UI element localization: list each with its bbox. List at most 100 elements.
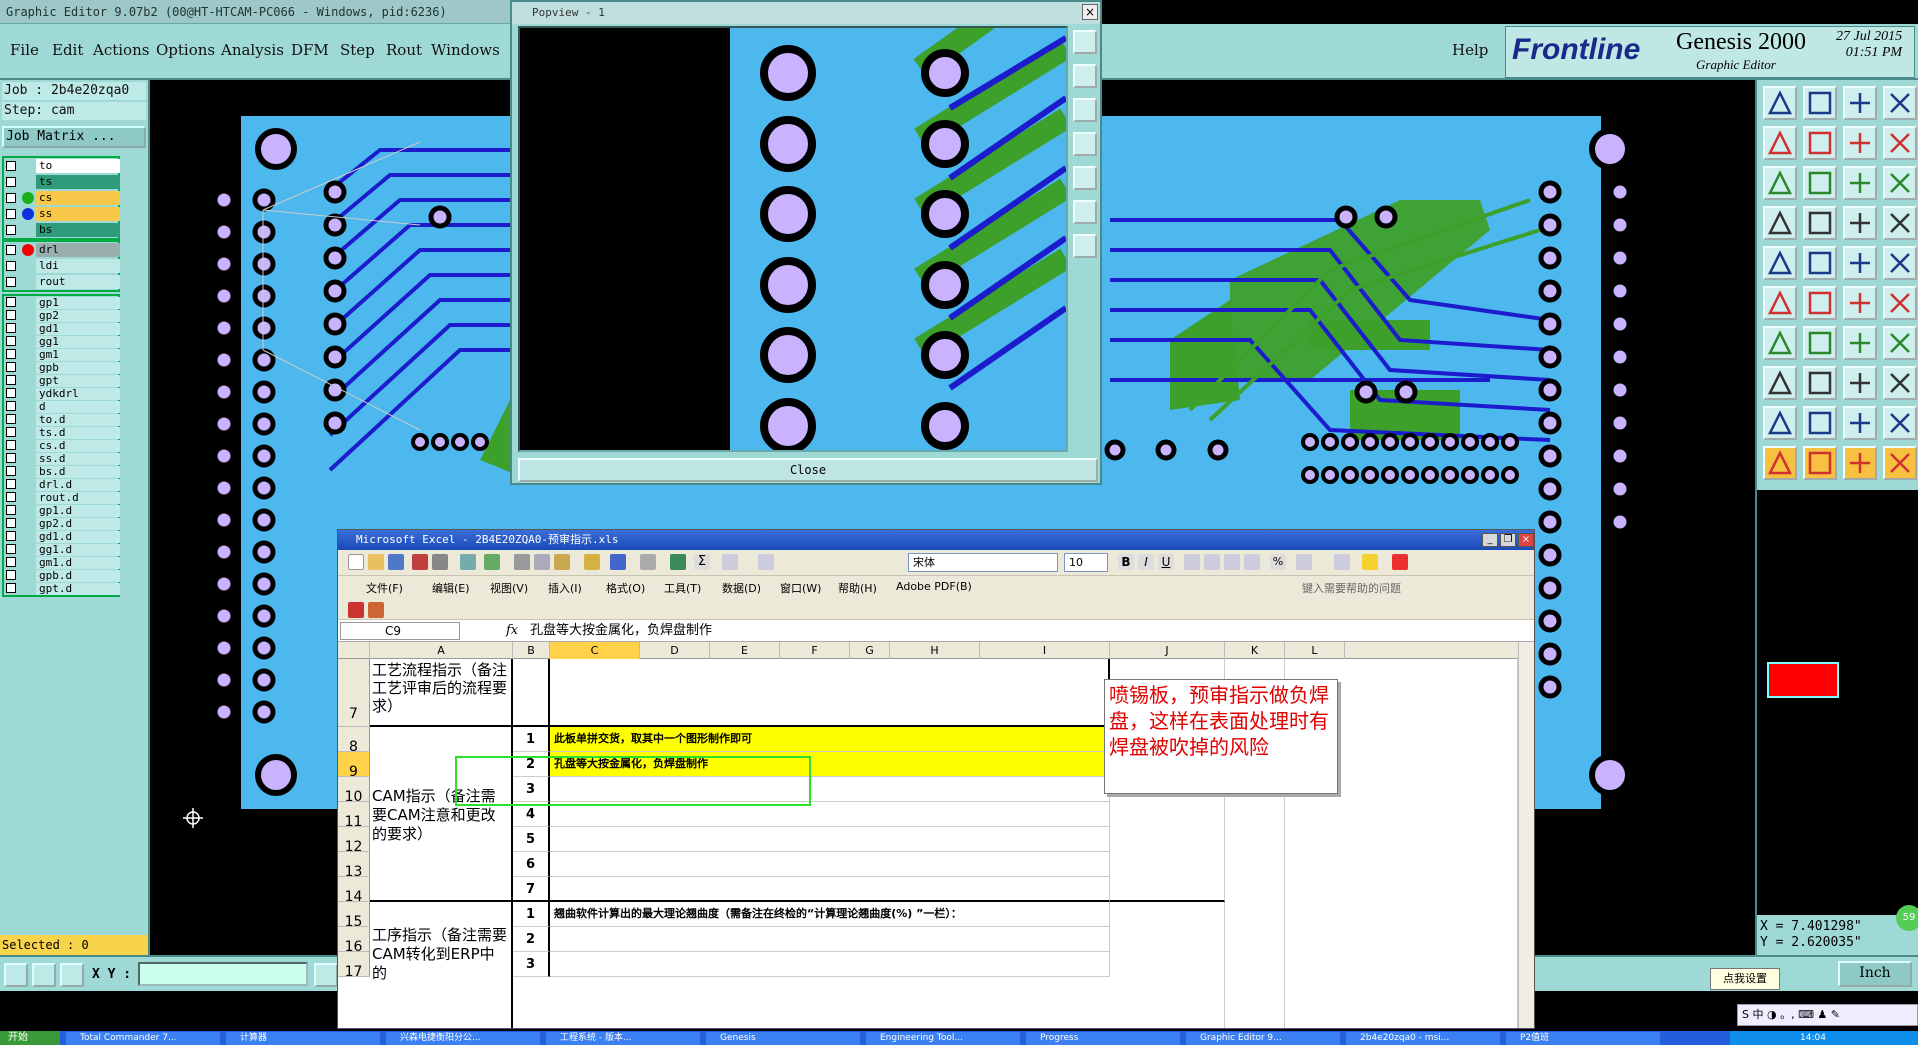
layer-name[interactable]: gpb <box>36 362 120 374</box>
taskbar-button[interactable]: P2值班 <box>1506 1032 1660 1045</box>
layer-name[interactable]: gp1.d <box>36 505 120 517</box>
menu-windows[interactable]: Windows <box>431 41 500 59</box>
layer-row[interactable]: to.d <box>4 413 120 426</box>
cell-c13[interactable] <box>550 852 1110 877</box>
spell-icon[interactable] <box>484 554 500 570</box>
layer-checkbox[interactable] <box>6 277 16 287</box>
layer-row[interactable]: gpt <box>4 374 120 387</box>
circle-icon[interactable] <box>1883 246 1917 280</box>
column-header[interactable]: A <box>370 642 513 659</box>
xl-menu-help[interactable]: 帮助(H) <box>838 580 877 596</box>
layer-name[interactable]: gd1 <box>36 323 120 335</box>
layer-checkbox[interactable] <box>6 466 16 476</box>
measure-icon[interactable] <box>4 963 28 987</box>
layer-name[interactable]: cs <box>36 191 120 205</box>
layer-name[interactable]: rout <box>36 275 120 289</box>
close-icon[interactable]: × <box>1518 533 1534 547</box>
taskbar-button[interactable]: Genesis <box>706 1032 860 1045</box>
align-right-icon[interactable] <box>1224 554 1240 570</box>
layer-row[interactable]: ldi <box>4 258 120 274</box>
tri-a-icon[interactable] <box>1763 406 1797 440</box>
step-up-icon[interactable] <box>1763 86 1797 120</box>
measure-icon[interactable] <box>1843 246 1877 280</box>
layer-name[interactable]: bs.d <box>36 466 120 478</box>
row-header[interactable]: 8 <box>338 727 370 755</box>
layer-name[interactable]: ss.d <box>36 453 120 465</box>
layer-row[interactable]: gp1 <box>4 296 120 309</box>
layer-row[interactable]: gpb <box>4 361 120 374</box>
connect-icon[interactable] <box>1763 286 1797 320</box>
layer-row[interactable]: cs.d <box>4 439 120 452</box>
zoom-fit-icon[interactable] <box>1073 30 1097 54</box>
cell-c12[interactable] <box>550 827 1110 852</box>
layer-name[interactable]: gg1.d <box>36 544 120 556</box>
cell-b[interactable]: 1 <box>513 727 550 752</box>
italic-icon[interactable]: I <box>1138 554 1154 570</box>
move-right-icon[interactable] <box>1803 126 1837 160</box>
fit-icon[interactable] <box>1803 166 1837 200</box>
layer-name[interactable]: gpb.d <box>36 570 120 582</box>
cell-b[interactable]: 3 <box>513 952 550 977</box>
layer-row[interactable]: gg1.d <box>4 543 120 556</box>
layer-checkbox[interactable] <box>6 193 16 203</box>
info-icon[interactable] <box>314 963 338 987</box>
triangle-icon[interactable] <box>1803 246 1837 280</box>
cell-b[interactable]: 6 <box>513 852 550 877</box>
menu-dfm[interactable]: DFM <box>291 41 329 59</box>
move-left-icon[interactable] <box>1763 126 1797 160</box>
rotate-icon[interactable] <box>1763 206 1797 240</box>
layer-row[interactable]: bs.d <box>4 465 120 478</box>
layer-checkbox[interactable] <box>6 375 16 385</box>
percent-icon[interactable]: % <box>1270 554 1286 570</box>
line-icon[interactable] <box>1803 326 1837 360</box>
row-header[interactable]: 10 <box>338 777 370 805</box>
align-center-icon[interactable] <box>1204 554 1220 570</box>
layer-row[interactable]: gm1.d <box>4 556 120 569</box>
pan-right-icon[interactable] <box>1073 166 1097 190</box>
layer-row[interactable]: drl.d <box>4 478 120 491</box>
layer-checkbox[interactable] <box>6 518 16 528</box>
layer-checkbox[interactable] <box>6 453 16 463</box>
ime-tooltip[interactable]: 点我设置 <box>1710 968 1780 990</box>
layer-checkbox[interactable] <box>6 531 16 541</box>
menu-analysis[interactable]: Analysis <box>221 41 284 59</box>
restore-icon[interactable]: ❐ <box>1500 533 1516 547</box>
layer-checkbox[interactable] <box>6 161 16 171</box>
cell-b[interactable]: 7 <box>513 877 550 902</box>
layer-checkbox[interactable] <box>6 388 16 398</box>
expand-icon[interactable] <box>1073 234 1097 258</box>
taskbar-button[interactable]: 2b4e20zqa0 - msi... <box>1346 1032 1500 1045</box>
layer-checkbox[interactable] <box>6 401 16 411</box>
layer-checkbox[interactable] <box>6 427 16 437</box>
format-painter-icon[interactable] <box>584 554 600 570</box>
layer-name[interactable]: ldi <box>36 259 120 273</box>
layer-name[interactable]: gpt.d <box>36 583 120 595</box>
layer-checkbox[interactable] <box>6 209 16 219</box>
xl-menu-file[interactable]: 文件(F) <box>366 580 403 596</box>
column-header[interactable]: J <box>1110 642 1225 659</box>
pdf-icon[interactable] <box>412 554 428 570</box>
expand-icon[interactable] <box>1763 166 1797 200</box>
menu-options[interactable]: Options <box>156 41 215 59</box>
layer-checkbox[interactable] <box>6 310 16 320</box>
split-icon[interactable] <box>1883 286 1917 320</box>
home-icon[interactable] <box>1843 86 1877 120</box>
list-icon[interactable] <box>1883 126 1917 160</box>
pdf-mail-icon[interactable] <box>368 602 384 618</box>
layer-row[interactable]: gg1 <box>4 335 120 348</box>
close-icon[interactable]: × <box>1082 4 1098 20</box>
layer-name[interactable]: gd1.d <box>36 531 120 543</box>
snap-icon[interactable] <box>32 963 56 987</box>
fx-icon[interactable]: fx <box>506 623 518 638</box>
pan-left-icon[interactable] <box>1073 132 1097 156</box>
cell-c14[interactable] <box>550 877 1110 902</box>
taskbar-button[interactable]: Graphic Editor 9... <box>1186 1032 1340 1045</box>
cell-c15[interactable]: 翘曲软件计算出的最大理论翘曲度（需备注在终检的“计算理论翘曲度(%) ”一栏）： <box>550 902 1110 927</box>
xl-menu-view[interactable]: 视图(V) <box>490 580 528 596</box>
layer-name[interactable]: ts <box>36 175 120 189</box>
layer-checkbox[interactable] <box>6 336 16 346</box>
layer-name[interactable]: drl.d <box>36 479 120 491</box>
menu-actions[interactable]: Actions <box>93 41 149 59</box>
cell-a8[interactable]: CAM指示（备注需要CAM注意和更改的要求） <box>370 727 513 902</box>
cell-b[interactable]: 5 <box>513 827 550 852</box>
